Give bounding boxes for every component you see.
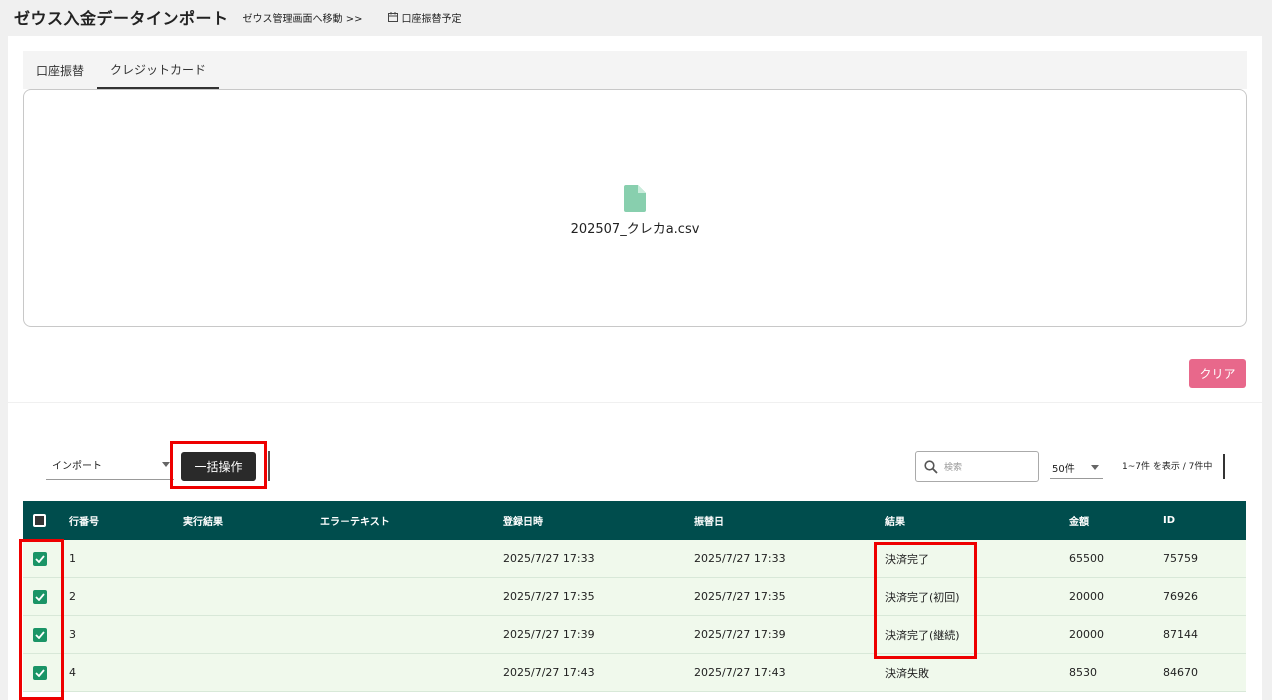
cell-transfer-date: 2025/7/27 17:43: [694, 666, 786, 679]
cell-row-no: 2: [69, 590, 76, 603]
cell-row-no: 3: [69, 628, 76, 641]
table-header: 行番号 実行結果 エラ－テキスト 登録日時 振替日 結果 金額 ID: [23, 501, 1246, 540]
file-name: 202507_クレカa.csv: [570, 222, 700, 237]
cell-amount: 20000: [1069, 628, 1104, 641]
cell-registered-at: 2025/7/27 17:33: [503, 552, 595, 565]
cell-id: 75759: [1163, 552, 1198, 565]
top-bar: ゼウス入金データインポート ゼウス管理画面へ移動 >> 口座振替予定: [0, 0, 1272, 34]
col-header-result: 結果: [885, 517, 905, 528]
cell-amount: 65500: [1069, 552, 1104, 565]
col-header-error-text: エラ－テキスト: [320, 517, 390, 528]
calendar-icon: [388, 12, 399, 22]
highlight-box-bulk: [170, 441, 267, 489]
cell-registered-at: 2025/7/27 17:39: [503, 628, 595, 641]
chevron-down-icon: [1091, 465, 1099, 470]
search-icon: [924, 459, 938, 474]
cell-transfer-date: 2025/7/27 17:39: [694, 628, 786, 641]
pagination-info: 1~7件 を表示 / 7件中: [1122, 462, 1213, 472]
cell-registered-at: 2025/7/27 17:43: [503, 666, 595, 679]
col-header-registered-at: 登録日時: [503, 517, 543, 528]
payment-tabs: 口座振替 クレジットカード: [23, 51, 1247, 89]
clear-button[interactable]: クリア: [1189, 359, 1246, 388]
table-row[interactable]: 3 2025/7/27 17:39 2025/7/27 17:39 決済完了(継…: [23, 616, 1246, 654]
table-row[interactable]: 4 2025/7/27 17:43 2025/7/27 17:43 決済失敗 8…: [23, 654, 1246, 692]
col-header-amount: 金額: [1069, 517, 1089, 528]
import-table: 行番号 実行結果 エラ－テキスト 登録日時 振替日 結果 金額 ID 1 202…: [23, 501, 1246, 692]
pagination-divider: [1223, 454, 1225, 479]
table-row[interactable]: 1 2025/7/27 17:33 2025/7/27 17:33 決済完了 6…: [23, 540, 1246, 578]
cell-row-no: 4: [69, 666, 76, 679]
col-header-transfer-date: 振替日: [694, 517, 724, 528]
cell-registered-at: 2025/7/27 17:35: [503, 590, 595, 603]
highlight-box-checkboxes: [19, 539, 64, 700]
operation-select[interactable]: インポート: [46, 450, 174, 480]
uploaded-file: 202507_クレカa.csv: [24, 185, 1246, 237]
manage-screen-link[interactable]: ゼウス管理画面へ移動 >>: [243, 10, 363, 25]
toolbar-divider: [268, 451, 270, 481]
select-all-checkbox[interactable]: [33, 514, 46, 527]
col-header-id: ID: [1163, 515, 1176, 526]
cell-transfer-date: 2025/7/27 17:33: [694, 552, 786, 565]
per-page-select[interactable]: 50件: [1050, 457, 1103, 479]
file-icon: [624, 185, 646, 212]
col-header-row-no: 行番号: [69, 517, 99, 528]
table-row[interactable]: 2 2025/7/27 17:35 2025/7/27 17:35 決済完了(初…: [23, 578, 1246, 616]
tab-credit-card[interactable]: クレジットカード: [97, 51, 220, 89]
cell-transfer-date: 2025/7/27 17:35: [694, 590, 786, 603]
cell-id: 76926: [1163, 590, 1198, 603]
cell-id: 87144: [1163, 628, 1198, 641]
search-placeholder: 検索: [944, 463, 963, 473]
cell-id: 84670: [1163, 666, 1198, 679]
indeterminate-checkbox-icon: [33, 514, 46, 527]
per-page-value: 50件: [1052, 464, 1075, 475]
cell-row-no: 1: [69, 552, 76, 565]
schedule-link-label: 口座振替予定: [401, 13, 462, 25]
chevron-down-icon: [162, 462, 170, 467]
operation-select-value: インポート: [52, 461, 102, 472]
results-card: インポート 一括操作 検索 50件 1~7件 を表示 / 7件中 行番号 実行結…: [8, 403, 1262, 700]
upload-card: 口座振替 クレジットカード 202507_クレカa.csv クリア: [8, 36, 1262, 402]
schedule-link[interactable]: 口座振替予定: [388, 10, 461, 25]
cell-result: 決済失敗: [885, 666, 929, 680]
cell-amount: 20000: [1069, 590, 1104, 603]
tab-bank-transfer[interactable]: 口座振替: [23, 51, 97, 89]
highlight-box-results: [874, 542, 977, 659]
search-input[interactable]: 検索: [915, 451, 1039, 482]
cell-amount: 8530: [1069, 666, 1097, 679]
page-title: ゼウス入金データインポート: [14, 9, 229, 28]
col-header-exec-result: 実行結果: [183, 517, 223, 528]
file-drop-zone[interactable]: 202507_クレカa.csv: [23, 89, 1247, 327]
